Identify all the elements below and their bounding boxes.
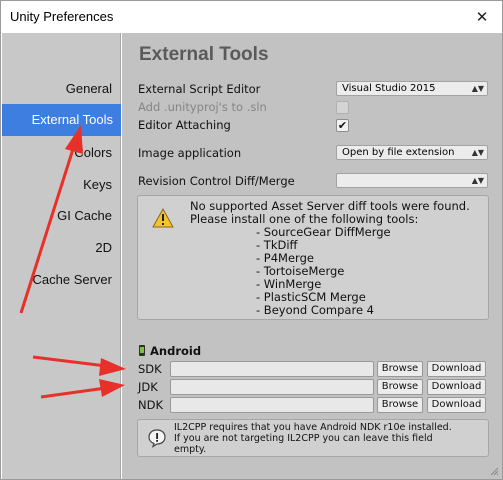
- ndk-download-button[interactable]: Download: [427, 397, 486, 413]
- external-tools-panel: External Tools External Script Editor Vi…: [122, 33, 502, 479]
- resize-grip-icon[interactable]: [489, 466, 499, 476]
- il2cpp-info-box: IL2CPP requires that you have Android ND…: [137, 419, 489, 457]
- sdk-browse-button[interactable]: Browse: [377, 361, 423, 377]
- tool-item: - PlasticSCM Merge: [256, 290, 366, 304]
- add-unityproj-label: Add .unityproj's to .sln: [138, 100, 267, 114]
- sdk-download-button[interactable]: Download: [427, 361, 486, 377]
- info-line-3: empty.: [174, 444, 207, 455]
- revision-control-dropdown[interactable]: ▲▼: [336, 173, 488, 188]
- jdk-label: JDK: [138, 380, 158, 394]
- external-script-editor-dropdown[interactable]: Visual Studio 2015 ▲▼: [336, 81, 488, 96]
- sidebar-item-gi-cache[interactable]: GI Cache: [1, 200, 112, 232]
- jdk-path-input[interactable]: [170, 379, 374, 395]
- tool-item: - SourceGear DiffMerge: [256, 225, 391, 239]
- tool-item: - P4Merge: [256, 251, 314, 265]
- dropdown-arrow-icon: ▲▼: [471, 176, 484, 185]
- sidebar-item-cache-server[interactable]: Cache Server: [1, 264, 112, 296]
- preferences-sidebar: General External Tools Colors Keys GI Ca…: [2, 33, 121, 479]
- sidebar-item-2d[interactable]: 2D: [1, 232, 112, 264]
- image-application-value: Open by file extension: [342, 147, 455, 158]
- external-script-editor-value: Visual Studio 2015: [342, 83, 436, 94]
- ndk-label: NDK: [138, 398, 163, 412]
- page-title: External Tools: [139, 44, 269, 65]
- window-title: Unity Preferences: [10, 9, 114, 24]
- image-application-dropdown[interactable]: Open by file extension ▲▼: [336, 145, 488, 160]
- diff-tools-warning-box: No supported Asset Server diff tools wer…: [137, 195, 489, 320]
- ndk-path-input[interactable]: [170, 397, 374, 413]
- sdk-path-input[interactable]: [170, 361, 374, 377]
- info-line-2: If you are not targeting IL2CPP you can …: [174, 433, 433, 444]
- image-application-label: Image application: [138, 146, 242, 160]
- sidebar-item-general[interactable]: General: [1, 73, 112, 105]
- dropdown-arrow-icon: ▲▼: [471, 148, 484, 157]
- info-icon: [148, 429, 166, 448]
- preferences-window: Unity Preferences ✕ General External Too…: [0, 0, 503, 480]
- external-script-editor-label: External Script Editor: [138, 82, 261, 96]
- dropdown-arrow-icon: ▲▼: [471, 84, 484, 93]
- jdk-download-button[interactable]: Download: [427, 379, 486, 395]
- tool-item: - TortoiseMerge: [256, 264, 345, 278]
- android-label: Android: [150, 344, 202, 358]
- sidebar-item-keys[interactable]: Keys: [1, 169, 112, 201]
- sdk-label: SDK: [138, 362, 162, 376]
- editor-attaching-checkbox[interactable]: ✔: [336, 119, 349, 132]
- tool-item: - Beyond Compare 4: [256, 303, 374, 317]
- warning-line-1: No supported Asset Server diff tools wer…: [190, 199, 470, 213]
- add-unityproj-checkbox[interactable]: [336, 101, 349, 114]
- title-bar: Unity Preferences ✕: [1, 1, 502, 33]
- info-line-1: IL2CPP requires that you have Android ND…: [174, 422, 452, 433]
- warning-icon: [152, 208, 174, 228]
- editor-attaching-label: Editor Attaching: [138, 118, 231, 132]
- sidebar-item-colors[interactable]: Colors: [1, 137, 112, 169]
- sidebar-item-external-tools[interactable]: External Tools: [2, 104, 121, 136]
- revision-control-label: Revision Control Diff/Merge: [138, 174, 295, 188]
- ndk-browse-button[interactable]: Browse: [377, 397, 423, 413]
- jdk-browse-button[interactable]: Browse: [377, 379, 423, 395]
- warning-line-2: Please install one of the following tool…: [190, 212, 419, 226]
- tool-item: - TkDiff: [256, 238, 298, 252]
- tool-item: - WinMerge: [256, 277, 322, 291]
- android-icon: [139, 345, 145, 356]
- close-icon[interactable]: ✕: [472, 7, 492, 27]
